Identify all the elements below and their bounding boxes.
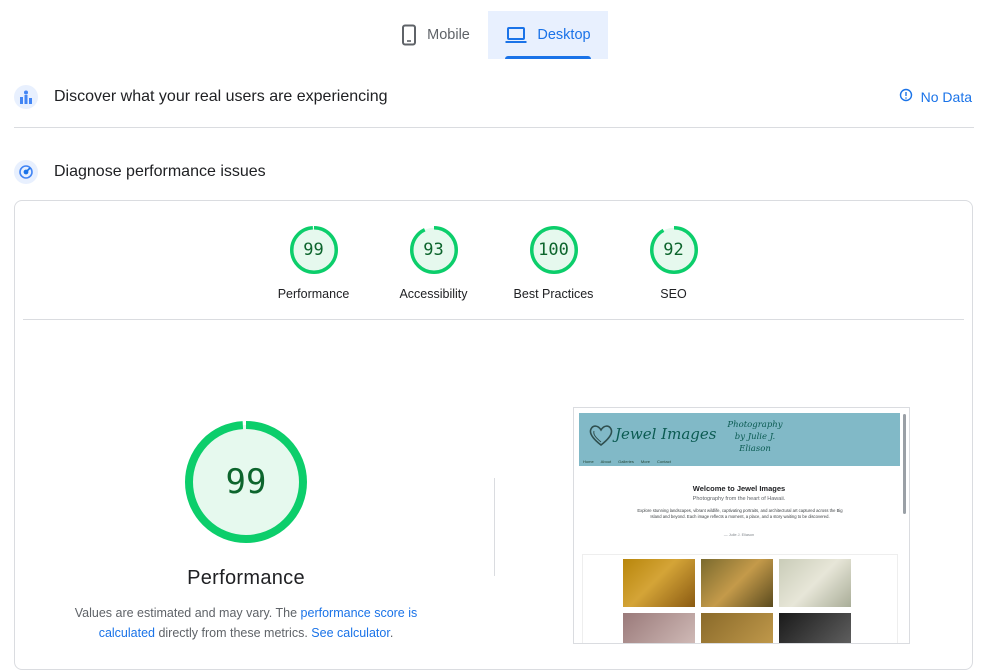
see-calculator-link[interactable]: See calculator: [311, 626, 390, 640]
field-data-title: Discover what your real users are experi…: [54, 88, 388, 105]
site-signature: — Julie J. Eliason: [723, 533, 755, 537]
gauge-label: SEO: [660, 287, 687, 301]
site-nav: Home About Galleries More Contact: [579, 457, 900, 466]
gauge-performance[interactable]: 99 Performance: [254, 226, 374, 301]
gauge-label: Performance: [277, 287, 350, 301]
gauge-label: Accessibility: [399, 287, 468, 301]
site-welcome-title: Welcome to Jewel Images: [692, 484, 786, 493]
no-data-label: No Data: [920, 88, 972, 105]
gallery-photo-birds: [779, 559, 851, 607]
gauge-score: 92: [663, 240, 684, 260]
gauge-score: 100: [538, 240, 569, 260]
gauge-ring: 99: [289, 226, 338, 274]
field-data-header: Discover what your real users are experi…: [14, 84, 974, 110]
site-logo-text: Jewel Images: [615, 425, 717, 443]
site-nav-item: Galleries: [618, 459, 634, 464]
gauge-ring: 93: [409, 226, 458, 274]
gauge-best-practices[interactable]: 100 Best Practices: [494, 226, 614, 301]
card-divider: [23, 319, 964, 320]
site-nav-item: About: [600, 459, 612, 464]
gauge-ring: 92: [649, 226, 698, 274]
gallery-photo-cheetahs: [701, 559, 773, 607]
gauge-icon: [14, 160, 38, 184]
site-welcome-body: Explore stunning landscapes, vibrant wil…: [637, 508, 843, 519]
heart-logo-icon: [588, 422, 614, 448]
score-gauges: 99 Performance 93 Accessibility 100 Best…: [15, 226, 972, 301]
site-nav-item: Contact: [657, 459, 671, 464]
gauge-score: 93: [423, 240, 444, 260]
tab-mobile-label: Mobile: [427, 27, 470, 43]
device-tabs: Mobile Desktop: [383, 11, 608, 59]
gallery-photo-6: [779, 613, 851, 643]
vertical-divider: [494, 478, 495, 576]
site-banner: Jewel Images Photography by Julie J. Eli…: [579, 413, 900, 457]
users-chart-icon: [14, 85, 38, 109]
gauge-score: 99: [303, 240, 324, 260]
report-card: 99 Performance 93 Accessibility 100 Best…: [14, 200, 973, 670]
note-text-3: .: [389, 626, 394, 640]
site-tagline: Photography by Julie J. Eliason: [727, 420, 783, 454]
site-welcome-subtitle: Photography from the heart of Hawaii.: [692, 496, 786, 502]
section-divider: [14, 127, 974, 128]
site-nav-item: Home: [583, 459, 594, 464]
gauge-accessibility[interactable]: 93 Accessibility: [374, 226, 494, 301]
gauge-label: Best Practices: [513, 287, 594, 301]
info-icon: [899, 88, 913, 105]
gallery-photo-4: [623, 613, 695, 643]
phone-icon: [401, 24, 417, 46]
lab-data-title: Diagnose performance issues: [54, 163, 266, 180]
score-note: Values are estimated and may vary. The p…: [55, 603, 437, 643]
site-nav-item: More: [640, 459, 651, 464]
lab-data-header: Diagnose performance issues: [14, 159, 974, 185]
no-data-link[interactable]: No Data: [899, 88, 972, 105]
gallery-photo-5: [701, 613, 773, 643]
gallery-photo-lion: [623, 559, 695, 607]
performance-main-gauge: 99: [185, 421, 307, 543]
tab-desktop-label: Desktop: [537, 27, 591, 43]
tab-active-indicator: [505, 56, 591, 59]
laptop-icon: [505, 26, 527, 44]
tab-desktop[interactable]: Desktop: [488, 11, 608, 59]
performance-main-label: Performance: [187, 567, 305, 589]
gauge-seo[interactable]: 92 SEO: [614, 226, 734, 301]
note-text-1: Values are estimated and may vary. The: [74, 606, 301, 620]
page-screenshot[interactable]: Jewel Images Photography by Julie J. Eli…: [573, 407, 910, 644]
tab-mobile[interactable]: Mobile: [383, 11, 488, 59]
performance-main-score: 99: [225, 462, 267, 502]
gauge-ring: 100: [529, 226, 578, 274]
note-text-2: directly from these metrics.: [154, 626, 312, 640]
site-gallery: [582, 554, 898, 643]
